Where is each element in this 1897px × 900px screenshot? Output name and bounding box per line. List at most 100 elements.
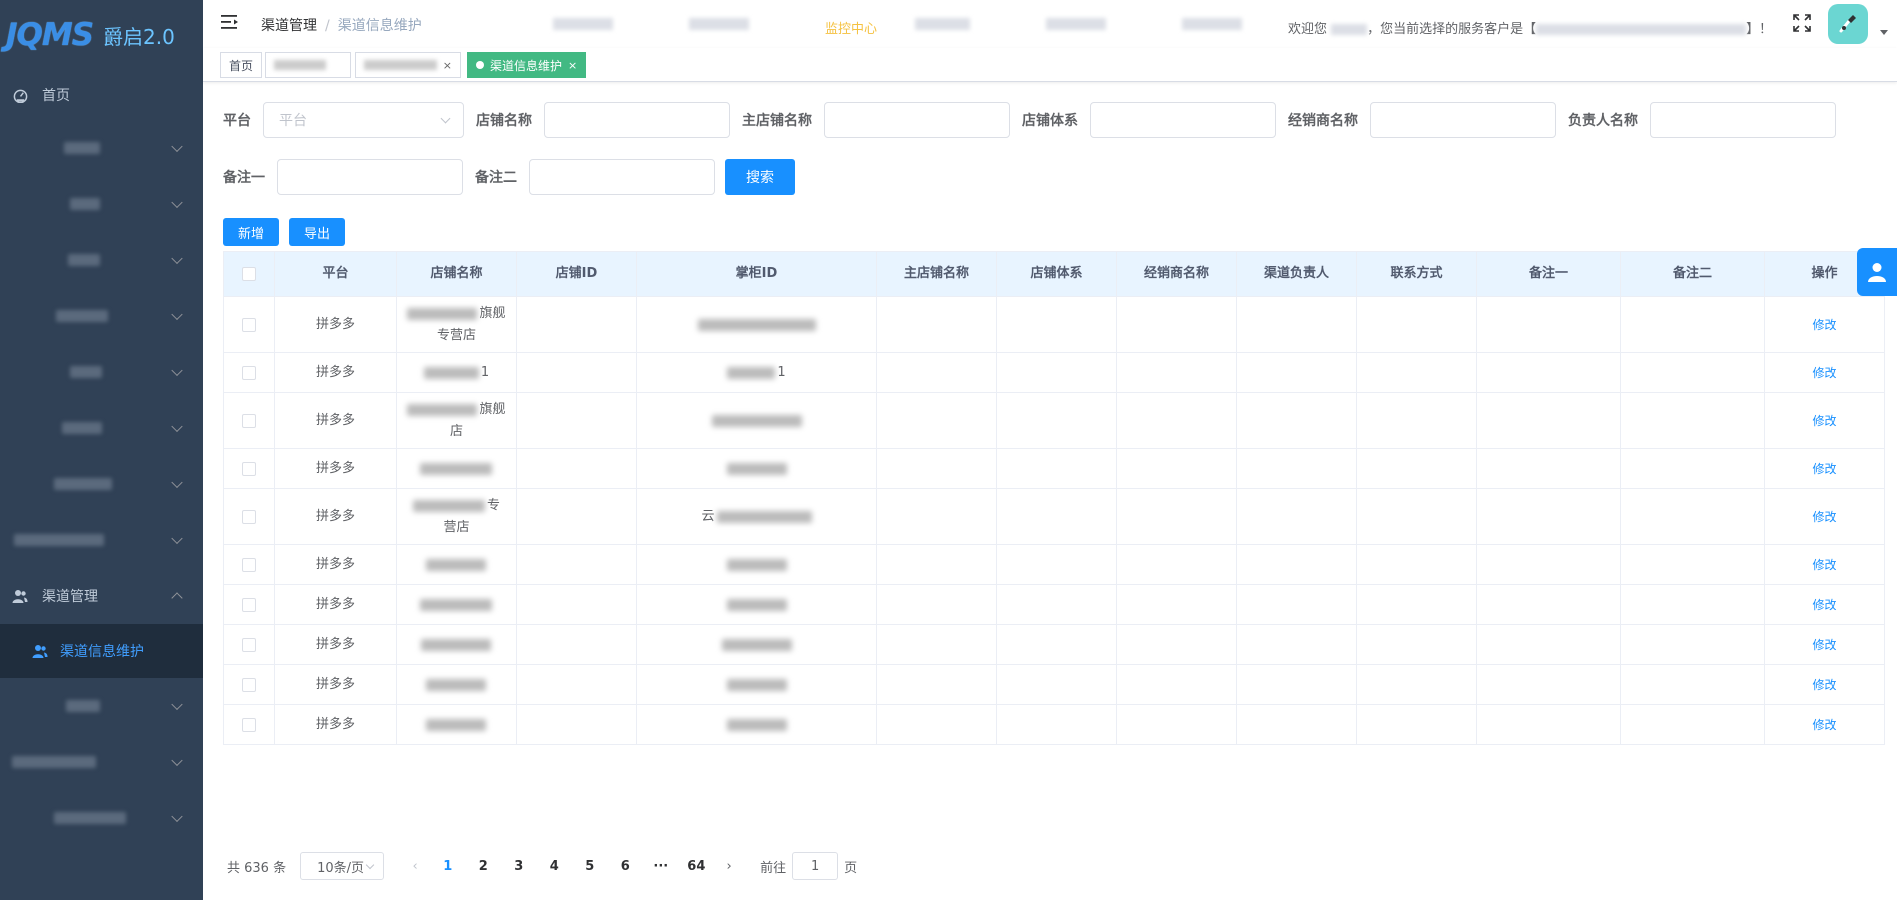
top-nav-item[interactable] <box>553 18 651 37</box>
tag-channel-info[interactable]: 渠道信息维护 × <box>467 52 587 78</box>
logo[interactable]: JQMS 爵启2.0 <box>0 0 203 70</box>
main-shop-input[interactable] <box>824 102 1010 138</box>
chevron-up-icon <box>171 592 183 604</box>
more-pages-button[interactable]: ··· <box>643 859 679 874</box>
redacted-text <box>711 414 802 427</box>
note1-input[interactable] <box>277 159 463 195</box>
shop-name-line <box>420 638 493 651</box>
row-checkbox[interactable] <box>242 637 256 652</box>
row-checkbox[interactable] <box>242 317 256 332</box>
edit-link[interactable]: 修改 <box>1812 314 1836 336</box>
close-icon[interactable]: × <box>443 59 452 72</box>
redacted-username <box>1331 24 1368 35</box>
empty-cell <box>1237 393 1357 448</box>
sidebar-item-redacted-6[interactable] <box>0 400 203 456</box>
sidebar-item-home[interactable]: 首页 <box>0 70 203 120</box>
edit-link[interactable]: 修改 <box>1812 674 1836 696</box>
export-button[interactable]: 导出 <box>289 218 345 246</box>
edit-link[interactable]: 修改 <box>1812 506 1836 528</box>
owner-input[interactable] <box>1650 102 1836 138</box>
sidebar-item-redacted-1[interactable] <box>0 120 203 176</box>
top-nav-item[interactable] <box>689 18 787 37</box>
action-cell: 修改 <box>1765 297 1885 352</box>
edit-link[interactable]: 修改 <box>1812 362 1836 384</box>
row-checkbox[interactable] <box>242 677 256 692</box>
select-all-checkbox[interactable] <box>242 267 256 281</box>
redacted-client <box>1536 24 1747 35</box>
sidebar-subitem-channel-info[interactable]: 渠道信息维护 <box>0 624 203 678</box>
sidebar-item-redacted-5[interactable] <box>0 344 203 400</box>
page-button[interactable]: 4 <box>537 859 573 874</box>
top-nav-item[interactable] <box>1046 18 1144 37</box>
row-checkbox[interactable] <box>242 461 256 476</box>
row-checkbox[interactable] <box>242 557 256 572</box>
tag-redacted[interactable] <box>265 52 351 78</box>
main-shop-label: 主店铺名称 <box>742 113 812 129</box>
sidebar-item-label: 首页 <box>42 88 70 104</box>
sidebar-item-redacted-2[interactable] <box>0 176 203 232</box>
tag-redacted[interactable]: × <box>355 52 461 78</box>
platform-select[interactable]: 平台 <box>263 102 464 138</box>
page-button[interactable]: 2 <box>466 859 502 874</box>
top-nav-item[interactable] <box>1182 18 1280 37</box>
row-select-cell <box>224 449 275 488</box>
row-checkbox[interactable] <box>242 365 256 380</box>
sidebar-item-redacted-8[interactable] <box>0 512 203 568</box>
sidebar-item-channel-management[interactable]: 渠道管理 <box>0 568 203 624</box>
sidebar-item-redacted-3[interactable] <box>0 232 203 288</box>
top-nav-item[interactable] <box>915 18 1008 37</box>
top-nav-item-monitor[interactable]: 监控中心 <box>825 18 877 37</box>
caret-down-icon[interactable] <box>1880 30 1888 35</box>
row-checkbox[interactable] <box>242 717 256 732</box>
shop-system-input[interactable] <box>1090 102 1276 138</box>
breadcrumb-item[interactable]: 渠道管理 <box>261 18 317 34</box>
tag-home[interactable]: 首页 <box>220 52 263 78</box>
fullscreen-icon[interactable] <box>1793 14 1811 32</box>
chevron-down-icon <box>171 140 183 153</box>
prev-page-button[interactable]: ‹ <box>400 859 430 874</box>
redacted-text <box>425 718 486 731</box>
search-button[interactable]: 搜索 <box>725 159 795 195</box>
page-size-select[interactable]: 10条/页 <box>300 852 385 880</box>
empty-cell <box>1117 585 1237 624</box>
edit-link[interactable]: 修改 <box>1812 714 1836 736</box>
sidebar-item-redacted-9[interactable] <box>0 678 203 734</box>
hamburger-icon[interactable] <box>221 14 239 30</box>
avatar[interactable] <box>1828 4 1868 44</box>
keeper-id-content <box>697 318 816 331</box>
data-table: 平台 店铺名称 店铺ID 掌柜ID 主店铺名称 店铺体系 经销商名称 渠道负责人… <box>223 251 1885 745</box>
settings-drawer-button[interactable] <box>1857 248 1897 296</box>
page-button[interactable]: 6 <box>608 859 644 874</box>
row-checkbox[interactable] <box>242 413 256 428</box>
edit-link[interactable]: 修改 <box>1812 554 1836 576</box>
next-page-button[interactable]: › <box>714 859 744 874</box>
goto-page-input[interactable]: 1 <box>792 852 839 880</box>
shop-name-line: 专 <box>412 495 500 517</box>
note2-input[interactable] <box>529 159 715 195</box>
sidebar-item-redacted-11[interactable] <box>0 790 203 846</box>
tags-view: 首页 × 渠道信息维护 × <box>203 48 1897 82</box>
close-icon[interactable]: × <box>568 59 577 72</box>
sidebar-item-redacted-4[interactable] <box>0 288 203 344</box>
breadcrumb-separator: / <box>325 18 330 34</box>
edit-link[interactable]: 修改 <box>1812 634 1836 656</box>
dealer-label: 经销商名称 <box>1288 113 1358 129</box>
page-button[interactable]: 5 <box>572 859 608 874</box>
sidebar-item-redacted-7[interactable] <box>0 456 203 512</box>
avatar-icon <box>1839 15 1856 33</box>
sidebar-item-redacted-10[interactable] <box>0 734 203 790</box>
page-button[interactable]: 1 <box>430 859 466 874</box>
user-icon <box>1868 263 1886 282</box>
dealer-input[interactable] <box>1370 102 1556 138</box>
platform-cell: 拼多多 <box>275 625 397 664</box>
edit-link[interactable]: 修改 <box>1812 594 1836 616</box>
row-checkbox[interactable] <box>242 597 256 612</box>
platform-cell: 拼多多 <box>275 665 397 704</box>
edit-link[interactable]: 修改 <box>1812 458 1836 480</box>
edit-link[interactable]: 修改 <box>1812 410 1836 432</box>
add-button[interactable]: 新增 <box>223 218 279 246</box>
shop-name-input[interactable] <box>544 102 730 138</box>
page-button[interactable]: 3 <box>501 859 537 874</box>
page-button[interactable]: 64 <box>679 859 715 874</box>
row-checkbox[interactable] <box>242 509 256 524</box>
